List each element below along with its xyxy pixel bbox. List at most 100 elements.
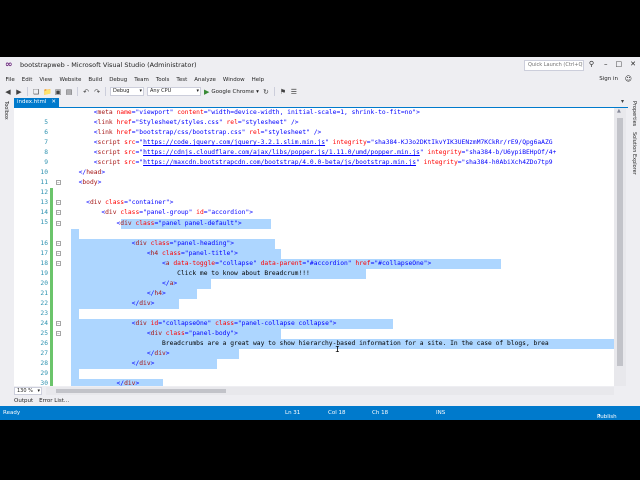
code-line[interactable]: 15 <div class="panel-group" id="accordio… — [14, 208, 626, 226]
vertical-scroll-thumb[interactable] — [617, 118, 623, 366]
code-line[interactable]: 8 <script src="https://code.jquery.com/j… — [14, 138, 626, 156]
code-line[interactable]: 16 <div class="panel panel-default"> − — [14, 218, 626, 247]
code-editor[interactable]: 5 <meta name="viewport" content="width=d… — [14, 108, 626, 396]
refresh-icon[interactable]: ↻ — [262, 88, 270, 96]
bookmark-icon[interactable]: ⚑ — [279, 88, 287, 96]
scroll-up-icon[interactable]: ▲ — [617, 108, 621, 114]
toolbar-separator — [273, 87, 275, 96]
redo-icon[interactable]: ↷ — [93, 88, 101, 96]
collapse-icon[interactable]: − — [56, 331, 61, 337]
selection-highlight — [71, 228, 79, 239]
code-line[interactable]: 6 <link href="Stylesheet/styles.css" rel… — [14, 118, 626, 136]
code-line[interactable]: 31 — [14, 369, 626, 396]
collapse-icon[interactable]: − — [56, 250, 61, 256]
forward-icon[interactable]: ▶ — [15, 88, 23, 96]
new-project-icon[interactable]: ❏ — [32, 88, 40, 96]
back-icon[interactable]: ◀ — [4, 88, 12, 96]
code-line[interactable]: 24 </div> — [14, 298, 626, 327]
collapse-icon[interactable]: − — [56, 240, 61, 246]
menu-debug[interactable]: Debug — [106, 77, 131, 83]
code-text: Breadcrumbs are a great way to show hier… — [162, 340, 549, 348]
toolbox-tab[interactable]: Toolbox — [3, 101, 9, 120]
collapse-icon[interactable]: − — [56, 200, 61, 206]
toolbar-separator — [77, 87, 78, 96]
solution-explorer-tab[interactable]: Solution Explorer — [631, 132, 637, 175]
code-line[interactable]: 18 <div class="panel-heading"> − — [14, 238, 626, 267]
feedback-icon[interactable]: ☺ — [625, 75, 632, 83]
properties-tab[interactable]: Properties — [631, 101, 637, 126]
save-icon[interactable]: ▣ — [54, 88, 62, 96]
zoom-select[interactable]: 130 % ▾ — [14, 387, 42, 395]
quick-launch-input[interactable]: Quick Launch (Ctrl+Q) — [524, 60, 584, 71]
collapse-icon[interactable]: − — [56, 210, 61, 216]
tab-output[interactable]: Output — [14, 398, 33, 404]
close-icon[interactable]: ✕ — [630, 60, 636, 68]
tab-error-list[interactable]: Error List... — [39, 398, 69, 404]
code-line[interactable]: 25 — [14, 308, 626, 337]
code-line[interactable]: 10 <script src="https://maxcdn.bootstrap… — [14, 158, 626, 176]
code-line[interactable]: 28 Breadcrumbs are a great way to show h… — [14, 339, 626, 367]
change-indicator — [50, 188, 53, 199]
collapse-icon[interactable]: − — [56, 220, 61, 226]
search-icon[interactable]: ⚲ — [589, 60, 594, 68]
code-line[interactable]: 21 Click me to know about Breadcrum!!! — [14, 268, 626, 297]
toolbar-separator — [105, 87, 106, 96]
chevron-down-icon[interactable]: ▾ — [256, 89, 259, 95]
sign-in-link[interactable]: Sign in — [599, 76, 618, 82]
horizontal-scrollbar[interactable] — [46, 387, 614, 395]
menu-team[interactable]: Team — [131, 77, 153, 83]
start-debugging-button[interactable]: ▶ Google Chrome ▾ — [204, 88, 259, 96]
menu-build[interactable]: Build — [85, 77, 106, 83]
menu-edit[interactable]: Edit — [18, 77, 36, 83]
code-line[interactable]: 27 <div class="panel-body"> − — [14, 329, 626, 357]
code-line[interactable]: 12 <body> − — [14, 178, 626, 196]
tool-window-tabs: Output Error List... — [12, 396, 628, 406]
code-line[interactable]: 9 <script src="https://cdnjs.cloudflare.… — [14, 148, 626, 166]
menu-file[interactable]: File — [2, 77, 18, 83]
code-text: <div class="panel panel-default"> — [116, 219, 242, 227]
close-tab-icon[interactable]: ✕ — [51, 98, 56, 107]
window-title: bootstrapweb - Microsoft Visual Studio (… — [20, 61, 197, 69]
save-all-icon[interactable]: ▤ — [65, 88, 73, 96]
code-line[interactable]: 29 </div> — [14, 349, 626, 377]
code-line[interactable]: 30 </div> — [14, 359, 626, 387]
solution-platform-select[interactable]: Any CPU ▾ — [147, 87, 201, 96]
collapse-icon[interactable]: − — [56, 180, 61, 186]
change-indicator — [50, 369, 53, 380]
menu-view[interactable]: View — [36, 77, 56, 83]
code-line[interactable]: 14 <div class="container"> − — [14, 198, 626, 216]
open-folder-icon[interactable]: 📁 — [43, 88, 52, 96]
collapse-icon[interactable]: − — [56, 260, 61, 266]
change-indicator — [50, 258, 53, 269]
menu-help[interactable]: Help — [248, 77, 268, 83]
code-line[interactable]: 22 </a> — [14, 278, 626, 307]
code-line[interactable]: 5 <meta name="viewport" content="width=d… — [14, 108, 626, 126]
menu-test[interactable]: Test — [173, 77, 191, 83]
toolbar-separator — [27, 87, 28, 96]
code-line[interactable]: 23 </h4> — [14, 288, 626, 317]
tab-index-html[interactable]: index.html ✕ — [14, 98, 59, 107]
collapse-icon[interactable]: − — [56, 320, 61, 326]
comment-icon[interactable]: ☰ — [290, 88, 298, 96]
menu-website[interactable]: Website — [56, 77, 85, 83]
status-insert-mode: INS — [436, 410, 446, 416]
vertical-scrollbar[interactable]: ▲ ▼ — [614, 108, 626, 396]
menu-tools[interactable]: Tools — [152, 77, 173, 83]
tab-dropdown-icon[interactable]: ▾ — [621, 98, 624, 105]
solution-configuration-select[interactable]: Debug ▾ — [110, 87, 144, 96]
horizontal-scroll-thumb[interactable] — [56, 389, 226, 393]
code-line[interactable]: 11 </head> — [14, 168, 626, 186]
menu-analyze[interactable]: Analyze — [191, 77, 220, 83]
undo-icon[interactable]: ↶ — [82, 88, 90, 96]
code-line[interactable]: 13 — [14, 188, 626, 206]
code-line[interactable]: 17 — [14, 228, 626, 257]
zoom-value: 130 % — [17, 388, 33, 394]
code-line[interactable]: 19 <h4 class="panel-title"> − — [14, 248, 626, 277]
menu-window[interactable]: Window — [219, 77, 248, 83]
code-line[interactable]: 26 <div id="collapseOne" class="panel-co… — [14, 318, 626, 347]
minimize-icon[interactable]: – — [604, 60, 608, 68]
change-indicator — [50, 238, 53, 249]
maximize-icon[interactable]: □ — [616, 60, 623, 68]
code-line[interactable]: 7 <link href="bootstrap/css/bootstrap.cs… — [14, 128, 626, 146]
code-line[interactable]: 20 <a data-toggle="collapse" data-parent… — [14, 258, 626, 287]
